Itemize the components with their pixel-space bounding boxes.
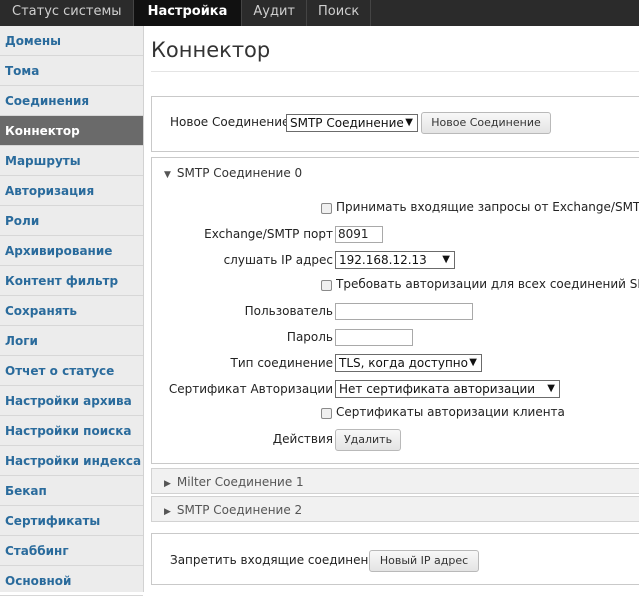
connection-security-select-value: TLS, когда доступно	[339, 356, 468, 370]
smtp-connection-0-panel: ▼ SMTP Соединение 0 Принимать входящие за…	[151, 157, 639, 464]
smtp-connection-2-header[interactable]: ▶ SMTP Соединение 2	[151, 496, 639, 522]
listen-ip-select-value: 192.168.12.13	[339, 253, 427, 267]
sidebar-item-retention[interactable]: Сохранять	[0, 296, 143, 326]
caret-down-icon: ▼	[164, 170, 171, 180]
block-incoming-panel: Запретить входящие соединения Новый IP а…	[151, 533, 639, 585]
top-nav: Статус системы Настройка Аудит Поиск	[0, 0, 639, 26]
page-title: Коннектор	[151, 38, 271, 62]
actions-label: Действия	[272, 432, 333, 446]
caret-right-icon: ▶	[164, 507, 171, 517]
password-label: Пароль	[286, 330, 333, 344]
listen-ip-select[interactable]: 192.168.12.13 ▼	[335, 251, 455, 269]
sidebar-item-certificates[interactable]: Сертификаты	[0, 506, 143, 536]
title-divider	[151, 71, 639, 72]
sidebar-item-roles[interactable]: Роли	[0, 206, 143, 236]
smtp-connection-2-title: SMTP Соединение 2	[176, 503, 303, 517]
accept-exchange-label: Принимать входящие запросы от Exchange/S…	[336, 200, 639, 214]
auth-certificate-select[interactable]: Нет сертификата авторизации ▼	[335, 380, 560, 398]
dropdown-arrow-icon: ▼	[405, 117, 413, 128]
tab-search[interactable]: Поиск	[307, 0, 372, 26]
sidebar: Домены Тома Соединения Коннектор Маршрут…	[0, 26, 144, 596]
sidebar-item-logs[interactable]: Логи	[0, 326, 143, 356]
sidebar-item-volumes[interactable]: Тома	[0, 56, 143, 86]
milter-connection-1-header[interactable]: ▶ Milter Соединение 1	[151, 468, 639, 494]
tab-audit[interactable]: Аудит	[242, 0, 308, 26]
sidebar-item-routes[interactable]: Маршруты	[0, 146, 143, 176]
new-connection-button[interactable]: Новое Соединение	[421, 112, 551, 134]
auth-certificate-select-value: Нет сертификата авторизации	[339, 382, 536, 396]
caret-right-icon: ▶	[164, 479, 171, 489]
new-connection-label: Новое Соединение	[170, 115, 290, 129]
accept-exchange-checkbox[interactable]	[321, 203, 332, 214]
client-cert-label: Сертификаты авторизации клиента	[336, 405, 565, 419]
auth-certificate-label: Сертификат Авторизации	[168, 382, 333, 396]
tab-status[interactable]: Статус системы	[0, 0, 134, 26]
password-input[interactable]	[335, 329, 413, 346]
user-input[interactable]	[335, 303, 473, 320]
sidebar-item-stubbing[interactable]: Стаббинг	[0, 536, 143, 566]
new-ip-address-button[interactable]: Новый IP адрес	[369, 550, 479, 572]
user-label: Пользователь	[244, 304, 333, 318]
sidebar-item-content-filter[interactable]: Контент фильтр	[0, 266, 143, 296]
smtp-connection-0-header[interactable]: ▼ SMTP Соединение 0	[164, 166, 302, 180]
require-auth-checkbox[interactable]	[321, 280, 332, 291]
smtp-connection-0-title: SMTP Соединение 0	[176, 166, 303, 180]
sidebar-item-authorization[interactable]: Авторизация	[0, 176, 143, 206]
dropdown-arrow-icon: ▼	[547, 383, 555, 394]
sidebar-item-status-report[interactable]: Отчет о статусе	[0, 356, 143, 386]
new-connection-panel: Новое Соединение SMTP Соединение ▼ Новое…	[151, 96, 639, 152]
milter-connection-1-title: Milter Соединение 1	[176, 475, 304, 489]
connection-type-label: Тип соединение	[230, 356, 333, 370]
sidebar-item-domains[interactable]: Домены	[0, 26, 143, 56]
block-incoming-label: Запретить входящие соединения	[170, 553, 384, 567]
listen-ip-label: слушать IP адрес	[223, 253, 333, 267]
dropdown-arrow-icon: ▼	[469, 357, 477, 368]
connection-type-select-value: SMTP Соединение	[290, 116, 404, 130]
main-content: Коннектор Новое Соединение SMTP Соединен…	[151, 26, 639, 592]
sidebar-item-archiving[interactable]: Архивирование	[0, 236, 143, 266]
sidebar-item-archive-settings[interactable]: Настройки архива	[0, 386, 143, 416]
port-label: Exchange/SMTP порт	[204, 227, 333, 241]
dropdown-arrow-icon: ▼	[442, 254, 450, 265]
sidebar-item-search-settings[interactable]: Настройки поиска	[0, 416, 143, 446]
connection-type-select[interactable]: SMTP Соединение ▼	[286, 114, 418, 132]
port-input[interactable]: 8091	[335, 226, 383, 243]
tab-settings[interactable]: Настройка	[133, 0, 243, 26]
sidebar-item-index-settings[interactable]: Настройки индекса	[0, 446, 143, 476]
require-auth-label: Требовать авторизации для всех соединени…	[336, 277, 639, 291]
sidebar-item-backup[interactable]: Бекап	[0, 476, 143, 506]
client-cert-checkbox[interactable]	[321, 408, 332, 419]
sidebar-item-connector[interactable]: Коннектор	[0, 116, 143, 146]
sidebar-item-connections[interactable]: Соединения	[0, 86, 143, 116]
connection-security-select[interactable]: TLS, когда доступно ▼	[335, 354, 482, 372]
delete-button[interactable]: Удалить	[335, 429, 401, 451]
